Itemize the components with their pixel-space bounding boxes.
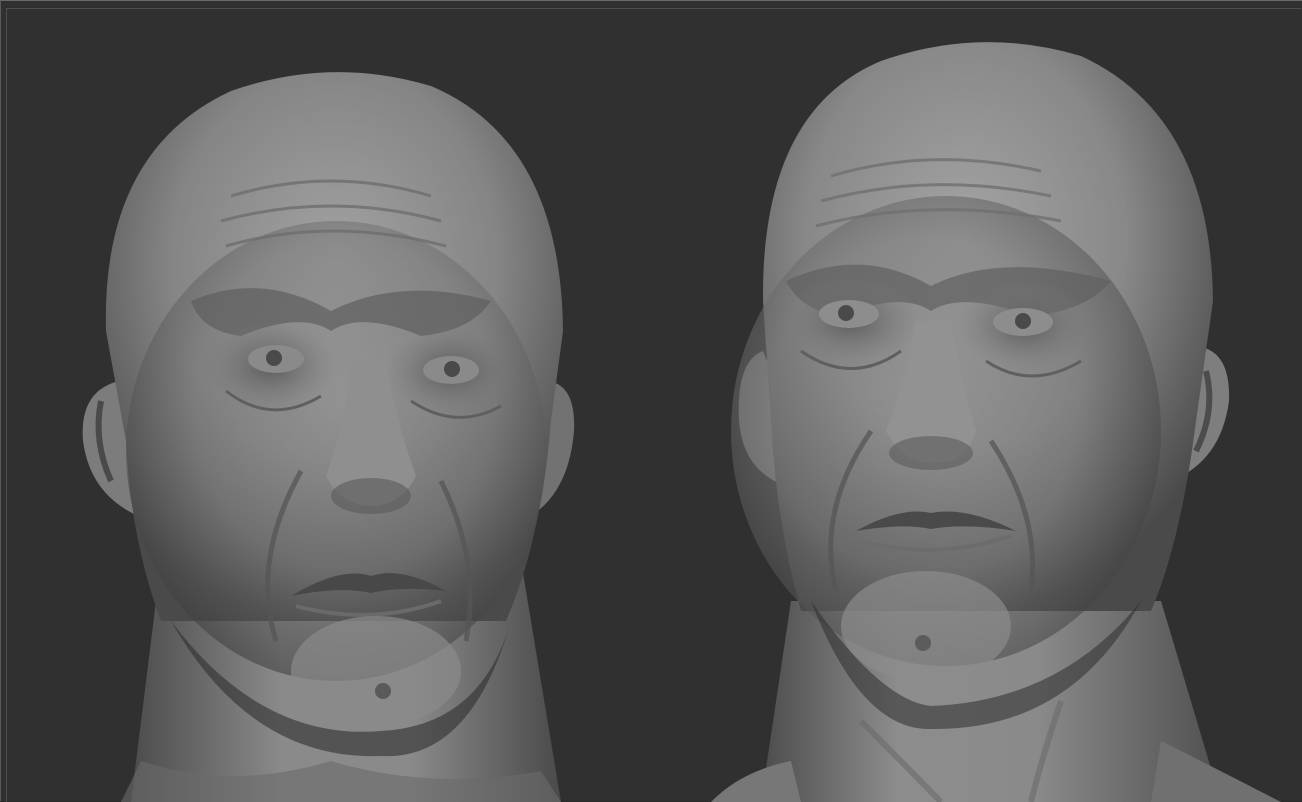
- head-front: [82, 72, 575, 802]
- zbrush-viewport[interactable]: [0, 0, 1302, 802]
- sculpt-head-front-view[interactable]: [1, 1, 652, 802]
